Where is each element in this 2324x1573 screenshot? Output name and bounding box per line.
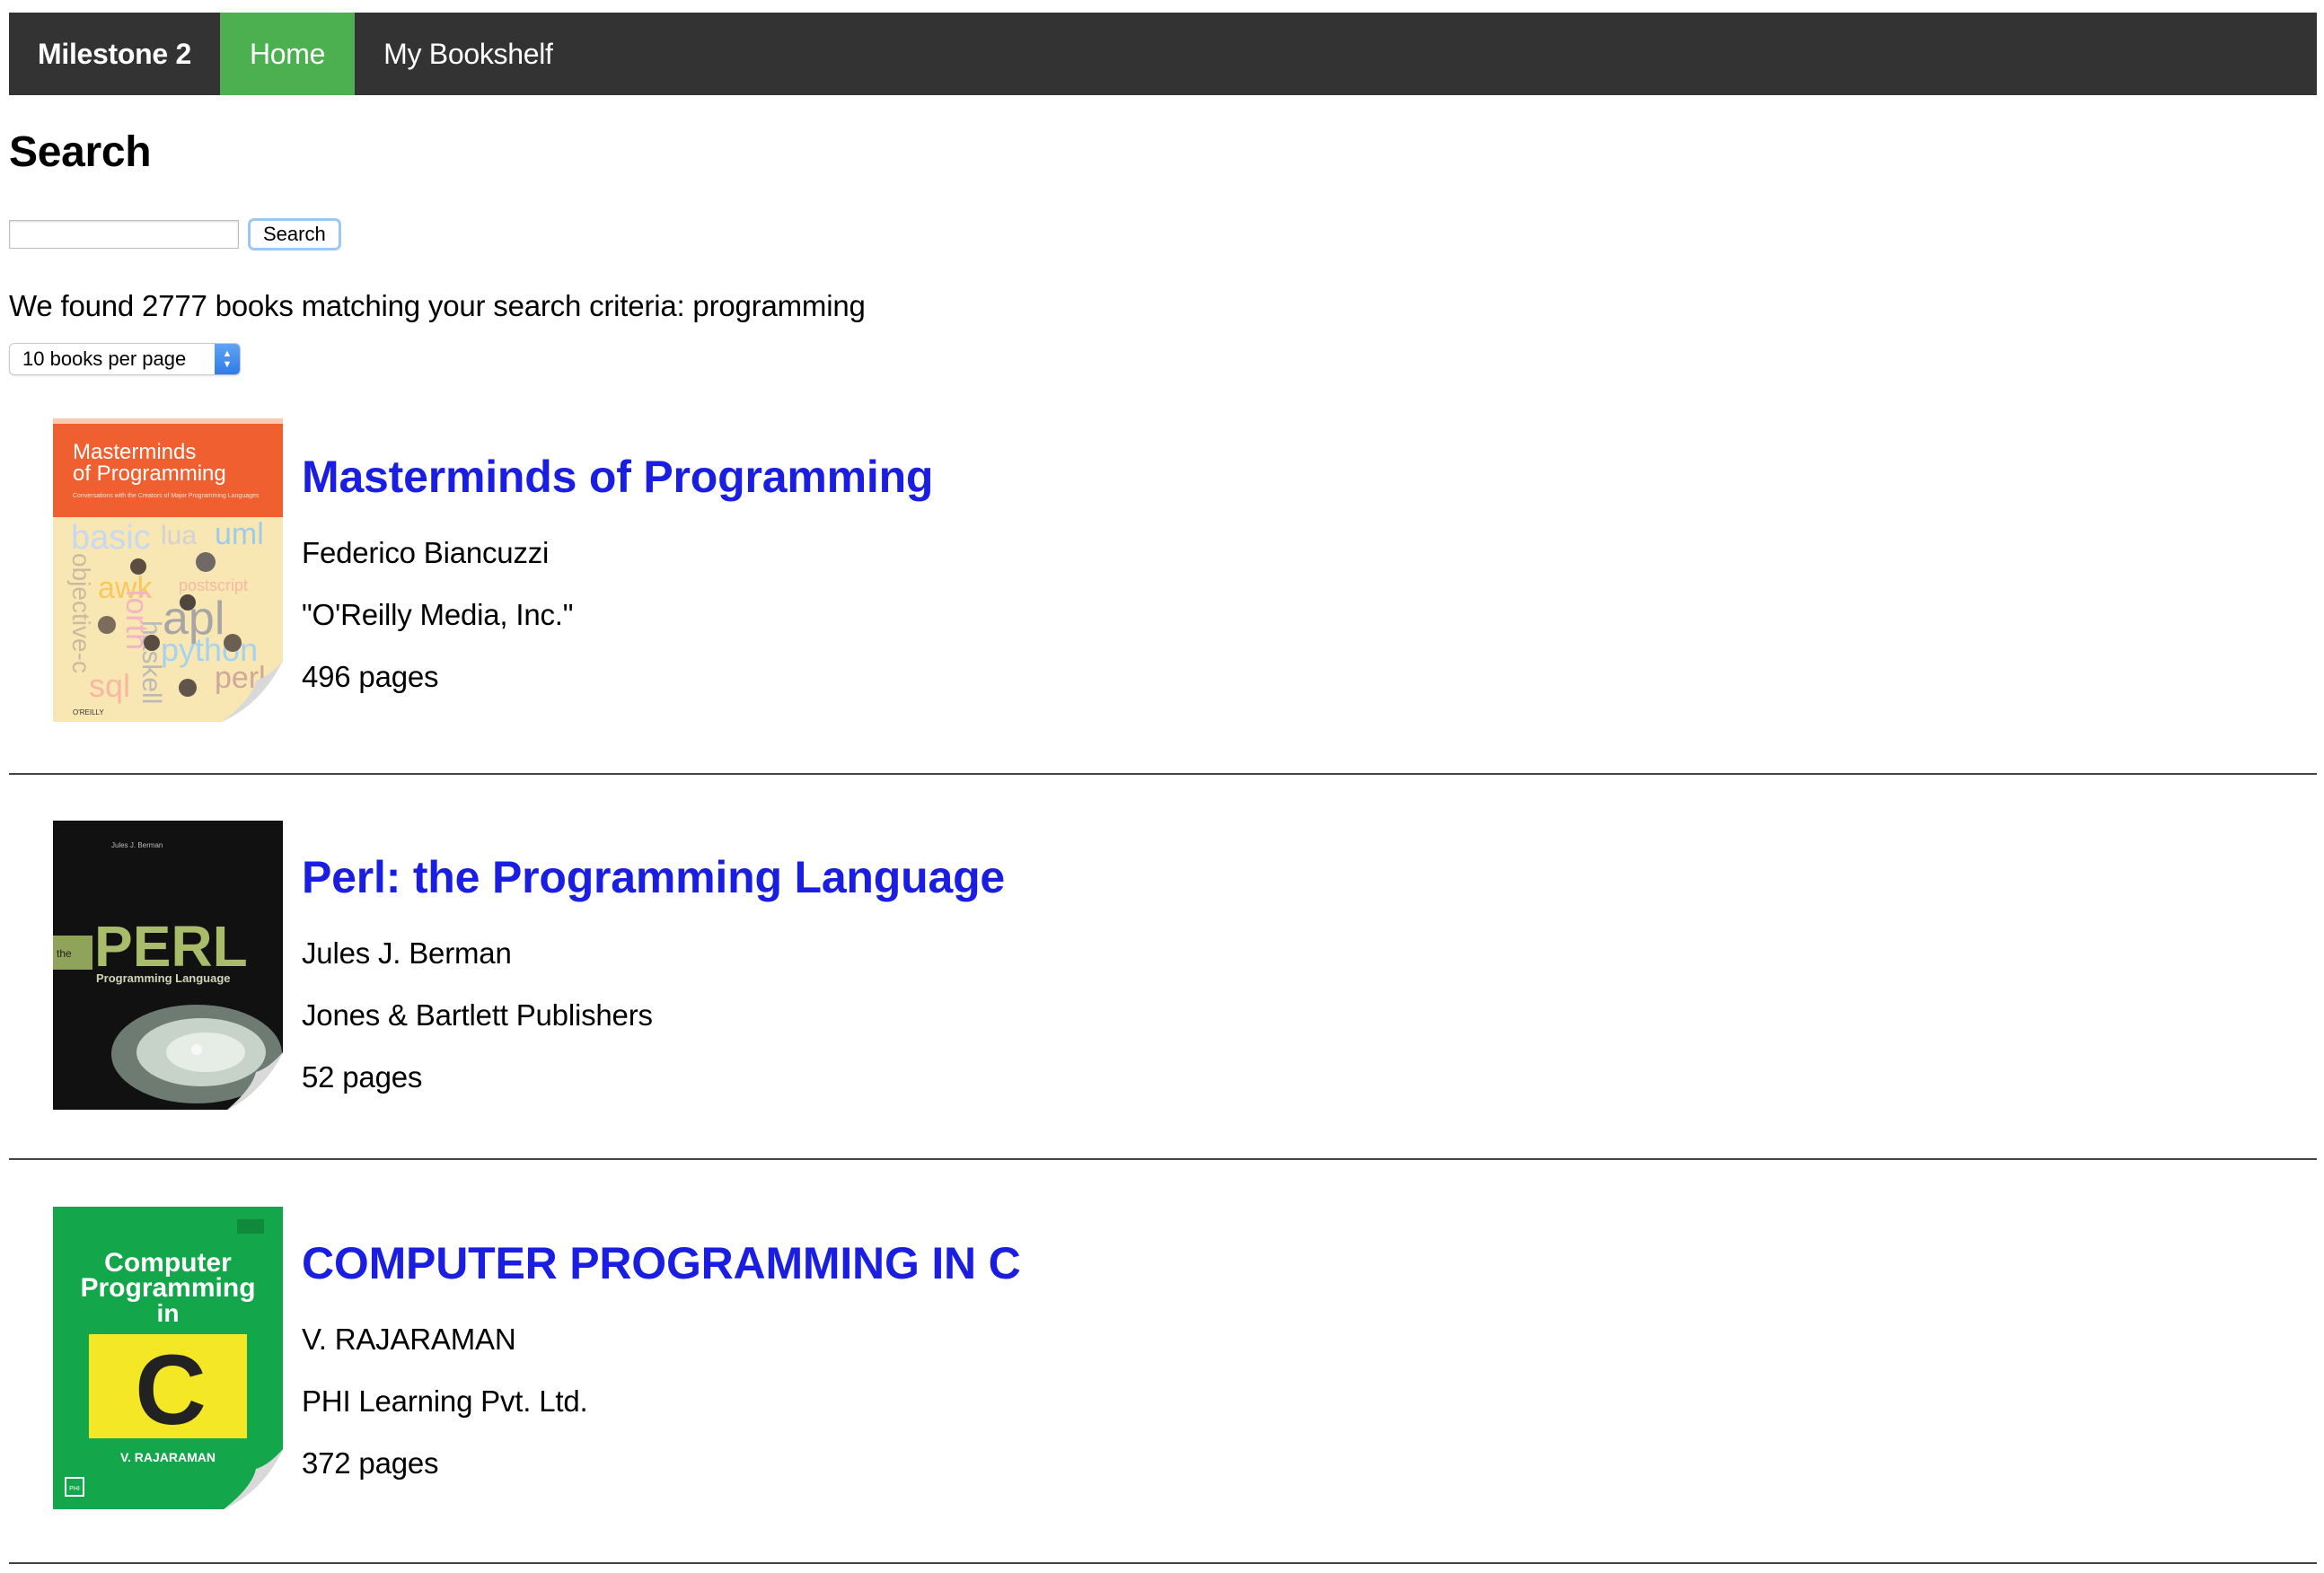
cover3-letter-c: C (135, 1335, 206, 1446)
cover1-word-basic: basic (71, 519, 151, 557)
cover1-line2: of Programming (73, 461, 226, 486)
cover3-author: V. RAJARAMAN (120, 1450, 216, 1464)
cover3-logo: PHI (69, 1486, 80, 1492)
cover2-prefix: the (57, 947, 72, 960)
search-row: Search (9, 218, 341, 250)
cover1-word-haskell: haskell (136, 620, 166, 704)
top-navbar: Milestone 2 Home My Bookshelf (9, 13, 2317, 95)
page-title: Search (9, 128, 152, 176)
search-input[interactable] (9, 220, 239, 249)
book-cover-masterminds[interactable]: Masterminds of Programming Conversations… (53, 418, 283, 722)
result-count-text: We found 2777 books matching your search… (9, 289, 866, 322)
book-title-link[interactable]: COMPUTER PROGRAMMING IN C (302, 1237, 1021, 1289)
book-title-link[interactable]: Masterminds of Programming (302, 451, 933, 503)
book-publisher: Jones & Bartlett Publishers (302, 998, 653, 1032)
nav-brand-milestone[interactable]: Milestone 2 (9, 13, 220, 95)
book-pages: 372 pages (302, 1446, 439, 1480)
book-author: V. RAJARAMAN (302, 1323, 516, 1356)
book-cover-c-programming[interactable]: Computer Programming in C V. RAJARAMAN P… (53, 1207, 283, 1509)
cover1-word-postscript: postscript (179, 576, 248, 594)
cover1-word-lua: lua (161, 521, 197, 550)
cover2-author: Jules J. Berman (111, 841, 163, 849)
cover2-perl: PERL (94, 914, 248, 979)
books-per-page-value: 10 books per page (22, 347, 187, 370)
cover1-word-objective-c: objective-c (67, 553, 95, 673)
result-divider (9, 773, 2317, 775)
result-divider (9, 1562, 2317, 1564)
select-updown-arrows-icon: ▲ ▼ (215, 344, 240, 374)
cover3-line3: in (157, 1299, 180, 1327)
book-author: Federico Biancuzzi (302, 536, 550, 569)
nav-item-my-bookshelf[interactable]: My Bookshelf (355, 13, 581, 95)
cover1-word-sql: sql (89, 667, 130, 704)
book-author: Jules J. Berman (302, 936, 512, 970)
books-per-page-select[interactable]: 10 books per page ▲ ▼ (9, 343, 241, 375)
book-pages: 52 pages (302, 1060, 423, 1094)
result-divider (9, 1158, 2317, 1160)
search-button[interactable]: Search (248, 218, 341, 250)
nav-item-home[interactable]: Home (219, 13, 356, 95)
book-title-link[interactable]: Perl: the Programming Language (302, 851, 1005, 903)
cover1-word-uml: uml (215, 517, 264, 551)
page: Milestone 2 Home My Bookshelf Search Sea… (9, 13, 2317, 1564)
cover1-publisher: O'REILLY (73, 708, 104, 716)
cover2-sub: Programming Language (96, 971, 231, 985)
book-publisher: "O'Reilly Media, Inc." (302, 598, 574, 631)
book-pages: 496 pages (302, 660, 439, 693)
book-cover-perl[interactable]: Jules J. Berman the PERL Programming Lan… (53, 821, 283, 1110)
cover1-subtitle: Conversations with the Creators of Major… (73, 493, 260, 499)
book-publisher: PHI Learning Pvt. Ltd. (302, 1384, 588, 1418)
cover1-line1: Masterminds (73, 440, 196, 464)
